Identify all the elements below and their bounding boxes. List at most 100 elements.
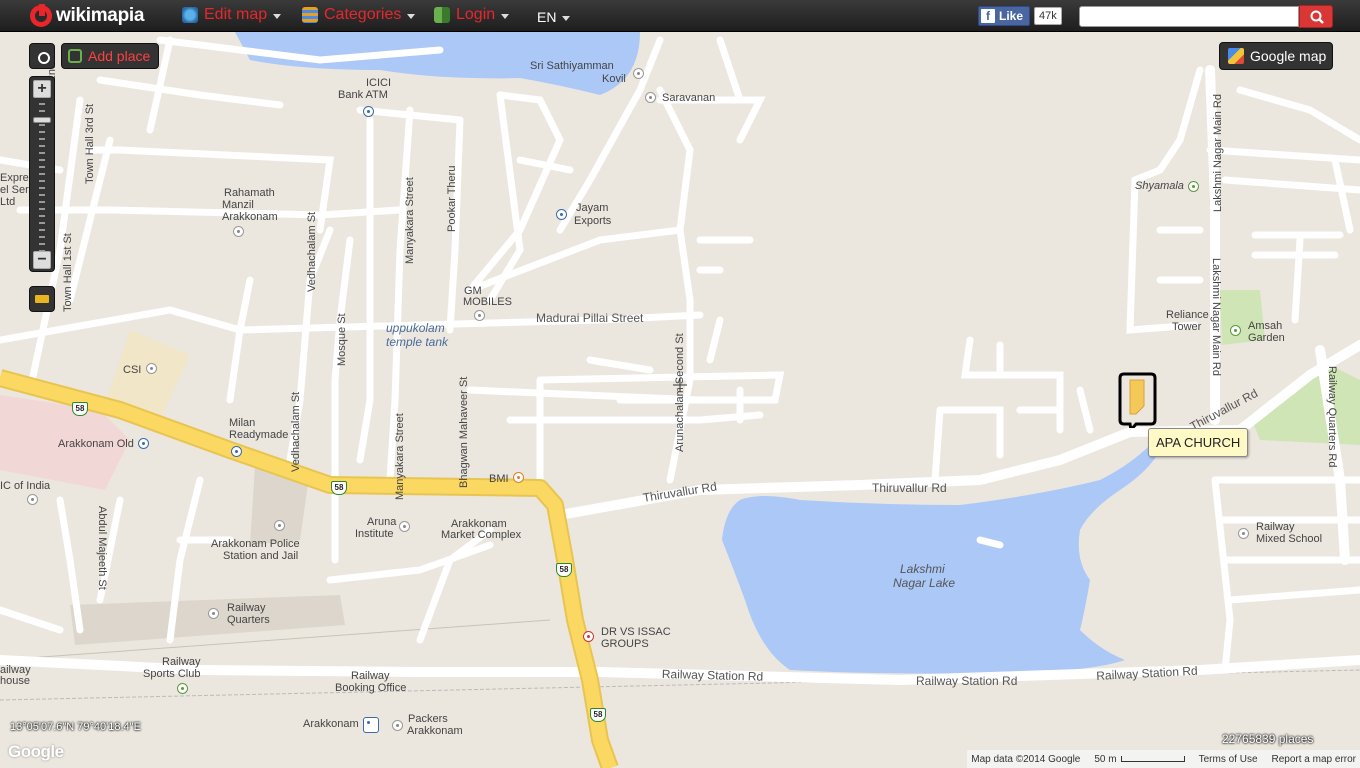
ruler-button[interactable] (29, 286, 55, 312)
label-town-hall-3rd-st[interactable]: Town Hall 3rd St (84, 104, 96, 184)
label-shyamala[interactable]: Shyamala (1135, 180, 1184, 192)
label-manyakara-street[interactable]: Manyakara Street (404, 177, 416, 264)
label-thiruvallur-rd-2[interactable]: Thiruvallur Rd (872, 482, 947, 494)
label-institute[interactable]: Institute (355, 528, 394, 540)
label-lakshmi[interactable]: Lakshmi (900, 563, 945, 575)
label-railway-school[interactable]: Railway (1256, 521, 1295, 533)
label-csi[interactable]: CSI (123, 364, 141, 376)
label-pookar-theru[interactable]: Pookar Theru (446, 166, 458, 232)
label-mobiles[interactable]: MOBILES (463, 296, 512, 308)
add-place-button[interactable]: Add place (61, 43, 159, 69)
bus-stop-icon[interactable] (138, 438, 149, 449)
label-vedhachalam-st-2[interactable]: Vedhachalam St (290, 392, 302, 472)
label-nagar-lake[interactable]: Nagar Lake (893, 577, 955, 589)
label-booking-office[interactable]: Booking Office (335, 682, 406, 694)
categories-menu[interactable]: Categories (302, 6, 416, 24)
label-reliance[interactable]: Reliance (1166, 309, 1209, 321)
label-town-hall-1st-st[interactable]: Town Hall 1st St (62, 233, 74, 312)
facebook-like-button[interactable]: f Like (978, 6, 1031, 26)
label-arakkonam-station[interactable]: Arakkonam (303, 718, 359, 730)
bank-icon[interactable] (556, 209, 567, 220)
zoom-out-button[interactable]: − (33, 251, 51, 269)
google-map-button[interactable]: Google map (1219, 42, 1333, 70)
label-bank-atm[interactable]: Bank ATM (338, 89, 388, 101)
label-station-and-jail[interactable]: Station and Jail (223, 550, 298, 562)
label-mixed-school[interactable]: Mixed School (1256, 533, 1322, 545)
church-icon[interactable] (146, 363, 157, 374)
poi-lic-icon[interactable] (27, 494, 38, 505)
label-arakkonam-rahamath[interactable]: Arakkonam (222, 211, 278, 223)
police-icon[interactable] (274, 520, 285, 531)
label-railway-sports[interactable]: Railway (162, 656, 201, 668)
label-abdul-majeeth-st[interactable]: Abdul Majeeth St (96, 506, 108, 590)
zoom-slider-handle[interactable] (33, 117, 51, 123)
hospital-icon[interactable] (583, 631, 594, 642)
zoom-slider-track[interactable] (39, 103, 45, 251)
label-vedhachalam-st[interactable]: Vedhachalam St (306, 212, 318, 292)
school-icon[interactable] (1238, 528, 1249, 539)
terms-link[interactable]: Terms of Use (1199, 754, 1258, 765)
locate-button[interactable] (29, 43, 55, 69)
zoom-in-button[interactable]: + (33, 80, 51, 98)
label-uppukolam[interactable]: uppukolam (386, 322, 445, 334)
label-lakshmi-nagar-main-rd-2[interactable]: Lakshmi Nagar Main Rd (1210, 258, 1222, 376)
label-railway-booking[interactable]: Railway (351, 670, 390, 682)
label-manyakara-street-2[interactable]: Manyakara Street (394, 413, 406, 500)
label-lakshmi-nagar-main-rd[interactable]: Lakshmi Nagar Main Rd (1212, 94, 1224, 212)
poi-railway-quarters-icon[interactable] (208, 608, 219, 619)
label-mosque-st[interactable]: Mosque St (336, 313, 348, 366)
poi-saravanan-icon[interactable] (645, 92, 656, 103)
label-railway-quarters-rd[interactable]: Railway Quarters Rd (1326, 366, 1338, 467)
label-readymade[interactable]: Readymade (229, 429, 288, 441)
sports-icon[interactable] (177, 683, 188, 694)
atm-icon[interactable] (363, 106, 374, 117)
label-garden[interactable]: Garden (1248, 332, 1285, 344)
label-arakkonam-old[interactable]: Arakkonam Old (58, 438, 134, 450)
label-bmi[interactable]: BMI (489, 473, 509, 485)
label-market-complex[interactable]: Market Complex (441, 529, 521, 541)
facebook-like[interactable]: f Like 47k (978, 6, 1062, 26)
label-arakkonam-police[interactable]: Arakkonam Police (211, 538, 300, 550)
poi-packers-icon[interactable] (392, 720, 403, 731)
label-railway-station-rd-2[interactable]: Railway Station Rd (916, 675, 1017, 687)
label-kovil[interactable]: Kovil (602, 73, 626, 85)
poi-shyamala-icon[interactable] (1188, 181, 1199, 192)
label-aruna[interactable]: Aruna (367, 516, 396, 528)
label-rahamath[interactable]: Rahamath (224, 187, 275, 199)
search-input[interactable] (1079, 6, 1299, 27)
label-sports-club[interactable]: Sports Club (143, 668, 200, 680)
poi-aruna-icon[interactable] (399, 521, 410, 532)
label-tower[interactable]: Tower (1172, 321, 1201, 333)
temple-icon[interactable] (633, 68, 644, 79)
label-dr-vs-issac[interactable]: DR VS ISSAC (601, 626, 671, 638)
zoom-control[interactable]: + − (29, 76, 55, 272)
label-express-ltd[interactable]: Ltd (0, 196, 15, 208)
label-milan[interactable]: Milan (229, 417, 255, 429)
shop-icon[interactable] (231, 446, 242, 457)
label-packers-arakkonam[interactable]: Arakkonam (407, 725, 463, 737)
label-madurai-pillai-street[interactable]: Madurai Pillai Street (536, 312, 643, 324)
edit-map-menu[interactable]: Edit map (182, 6, 282, 24)
label-railway-station-rd[interactable]: Railway Station Rd (662, 667, 764, 684)
label-saravanan[interactable]: Saravanan (662, 92, 715, 104)
label-icici[interactable]: ICICI (366, 77, 391, 89)
poi-rahamath-icon[interactable] (233, 226, 244, 237)
login-menu[interactable]: Login (434, 6, 510, 24)
label-quarters[interactable]: Quarters (227, 614, 270, 626)
restaurant-icon[interactable] (513, 472, 524, 483)
garden-icon[interactable] (1230, 325, 1241, 336)
label-temple-tank[interactable]: temple tank (386, 336, 448, 348)
report-error-link[interactable]: Report a map error (1272, 754, 1356, 765)
label-arunachalam-second-st[interactable]: Arunachalam Second St (674, 333, 686, 452)
poi-gm-mobiles-icon[interactable] (474, 310, 485, 321)
label-exports[interactable]: Exports (574, 215, 611, 227)
label-sri-sathiyamman[interactable]: Sri Sathiyamman (530, 60, 614, 72)
label-railway[interactable]: Railway (227, 602, 266, 614)
label-lic-of-india[interactable]: IC of India (0, 480, 50, 492)
label-house[interactable]: house (0, 675, 30, 687)
language-menu[interactable]: EN (537, 9, 571, 25)
label-bhagwan-mahaveer-st[interactable]: Bhagwan Mahaveer St (458, 377, 470, 488)
label-packers[interactable]: Packers (408, 713, 448, 725)
label-amsah[interactable]: Amsah (1248, 320, 1282, 332)
place-outline-marker[interactable] (1118, 372, 1157, 428)
